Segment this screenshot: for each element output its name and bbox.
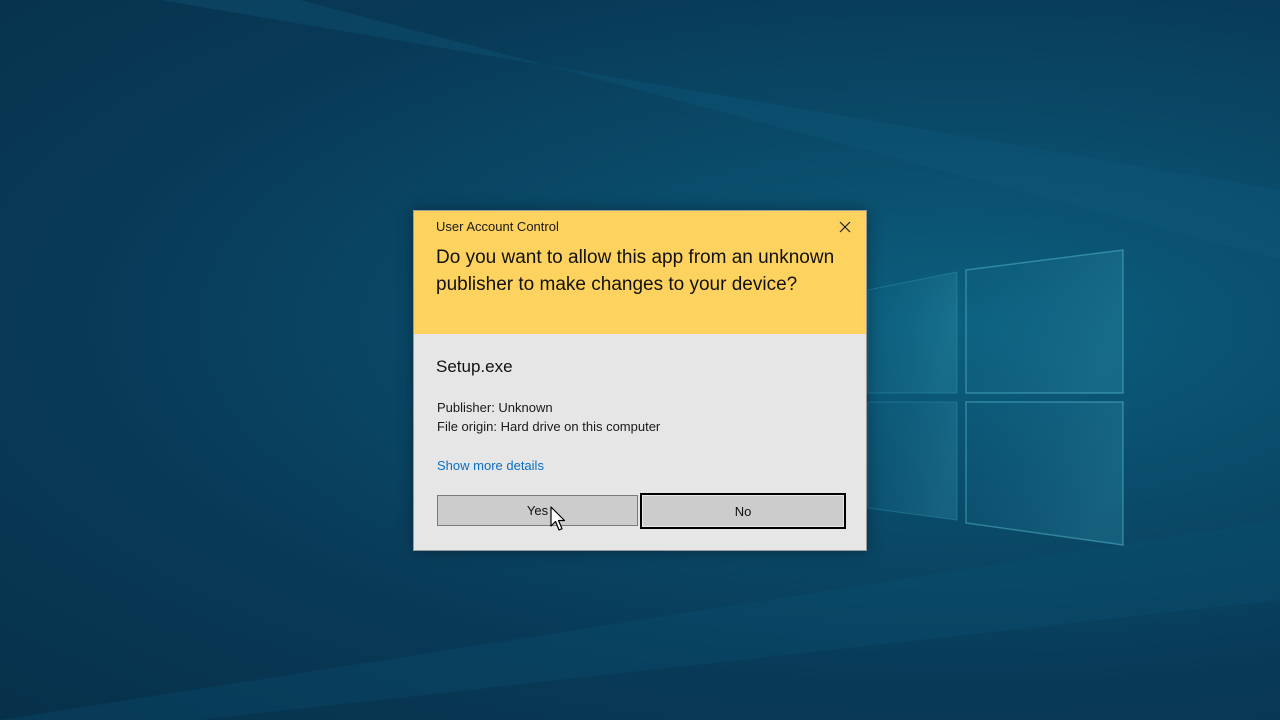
show-more-details-link[interactable]: Show more details [437,458,544,473]
uac-question: Do you want to allow this app from an un… [436,247,835,295]
close-button[interactable] [832,215,858,239]
publisher-text: Publisher: Unknown [437,400,553,415]
desktop: User Account Control Do you want to allo… [0,0,1280,720]
logo-pane-top-right [965,249,1124,394]
uac-dialog: User Account Control Do you want to allo… [413,210,867,551]
dialog-header: User Account Control Do you want to allo… [414,211,866,334]
app-name: Setup.exe [436,357,513,376]
logo-pane-top-left [867,271,958,394]
logo-pane-bottom-right [965,401,1124,546]
no-button[interactable]: No [640,493,846,529]
dialog-title: User Account Control [436,219,559,234]
close-icon [839,221,851,233]
file-origin-text: File origin: Hard drive on this computer [437,419,661,434]
yes-button[interactable]: Yes [437,495,638,526]
logo-pane-bottom-left [867,401,958,521]
